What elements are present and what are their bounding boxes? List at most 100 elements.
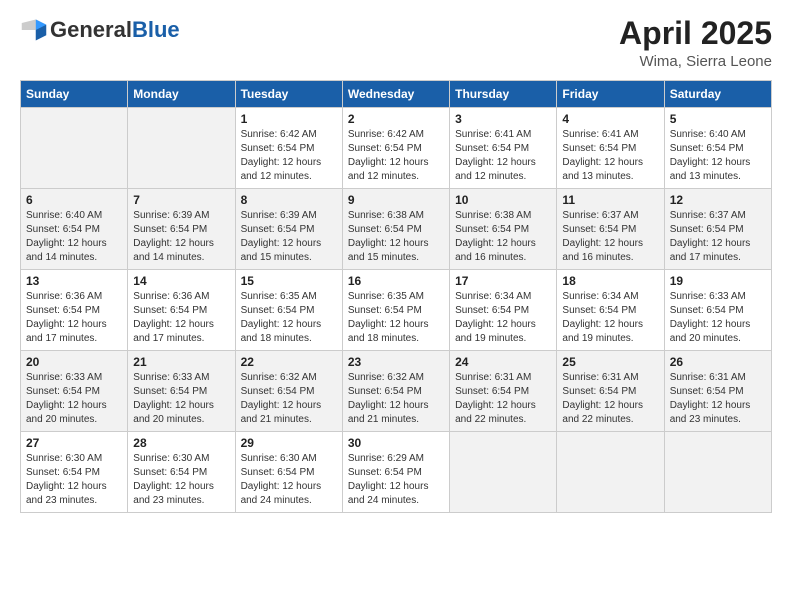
weekday-header-monday: Monday xyxy=(128,81,235,108)
logo-blue: Blue xyxy=(132,18,180,42)
day-number: 23 xyxy=(348,355,444,369)
logo: General Blue xyxy=(20,16,180,44)
logo-text: General Blue xyxy=(50,18,180,42)
day-number: 14 xyxy=(133,274,229,288)
day-info: Sunrise: 6:38 AMSunset: 6:54 PMDaylight:… xyxy=(348,209,444,265)
day-info: Sunrise: 6:31 AMSunset: 6:54 PMDaylight:… xyxy=(455,371,551,427)
calendar-day-cell: 27 Sunrise: 6:30 AMSunset: 6:54 PMDayligh… xyxy=(21,432,128,513)
calendar-day-cell: 29Sunrise: 6:30 AMSunset: 6:54 PMDayligh… xyxy=(235,432,342,513)
day-number: 3 xyxy=(455,112,551,126)
calendar-day-cell: 8 Sunrise: 6:39 AMSunset: 6:54 PMDaylight… xyxy=(235,189,342,270)
calendar-day-cell xyxy=(128,108,235,189)
day-info: Sunrise: 6:35 AMSunset: 6:54 PMDaylight:… xyxy=(241,290,337,346)
calendar-week-row: 20 Sunrise: 6:33 AMSunset: 6:54 PMDayligh… xyxy=(21,351,772,432)
day-info: Sunrise: 6:30 AMSunset: 6:54 PMDaylight:… xyxy=(26,452,122,508)
calendar-day-cell xyxy=(557,432,664,513)
day-number: 21 xyxy=(133,355,229,369)
calendar-day-cell: 21 Sunrise: 6:33 AMSunset: 6:54 PMDayligh… xyxy=(128,351,235,432)
calendar-table: SundayMondayTuesdayWednesdayThursdayFrid… xyxy=(20,80,772,513)
calendar-week-row: 27 Sunrise: 6:30 AMSunset: 6:54 PMDayligh… xyxy=(21,432,772,513)
calendar-subtitle: Wima, Sierra Leone xyxy=(619,53,772,70)
day-number: 6 xyxy=(26,193,122,207)
calendar-title: April 2025 xyxy=(619,16,772,51)
calendar-day-cell: 16Sunrise: 6:35 AMSunset: 6:54 PMDayligh… xyxy=(342,270,449,351)
day-number: 7 xyxy=(133,193,229,207)
day-info: Sunrise: 6:30 AMSunset: 6:54 PMDaylight:… xyxy=(241,452,337,508)
day-number: 8 xyxy=(241,193,337,207)
calendar-day-cell: 14 Sunrise: 6:36 AMSunset: 6:54 PMDayligh… xyxy=(128,270,235,351)
calendar-day-cell: 24 Sunrise: 6:31 AMSunset: 6:54 PMDayligh… xyxy=(450,351,557,432)
calendar-day-cell: 3Sunrise: 6:41 AMSunset: 6:54 PMDaylight… xyxy=(450,108,557,189)
day-number: 13 xyxy=(26,274,122,288)
calendar-day-cell: 5Sunrise: 6:40 AMSunset: 6:54 PMDaylight… xyxy=(664,108,771,189)
day-info: Sunrise: 6:32 AMSunset: 6:54 PMDaylight:… xyxy=(348,371,444,427)
day-info: Sunrise: 6:39 AMSunset: 6:54 PMDaylight:… xyxy=(241,209,337,265)
day-info: Sunrise: 6:29 AMSunset: 6:54 PMDaylight:… xyxy=(348,452,444,508)
day-info: Sunrise: 6:33 AMSunset: 6:54 PMDaylight:… xyxy=(670,290,766,346)
calendar-day-cell: 4 Sunrise: 6:41 AMSunset: 6:54 PMDaylight… xyxy=(557,108,664,189)
calendar-day-cell: 9Sunrise: 6:38 AMSunset: 6:54 PMDaylight… xyxy=(342,189,449,270)
day-info: Sunrise: 6:38 AMSunset: 6:54 PMDaylight:… xyxy=(455,209,551,265)
calendar-day-cell: 7 Sunrise: 6:39 AMSunset: 6:54 PMDaylight… xyxy=(128,189,235,270)
calendar-day-cell xyxy=(21,108,128,189)
day-number: 15 xyxy=(241,274,337,288)
day-number: 26 xyxy=(670,355,766,369)
day-info: Sunrise: 6:31 AMSunset: 6:54 PMDaylight:… xyxy=(670,371,766,427)
day-number: 1 xyxy=(241,112,337,126)
day-number: 20 xyxy=(26,355,122,369)
day-info: Sunrise: 6:39 AMSunset: 6:54 PMDaylight:… xyxy=(133,209,229,265)
day-number: 5 xyxy=(670,112,766,126)
day-number: 10 xyxy=(455,193,551,207)
weekday-header-tuesday: Tuesday xyxy=(235,81,342,108)
day-info: Sunrise: 6:42 AMSunset: 6:54 PMDaylight:… xyxy=(241,128,337,184)
day-info: Sunrise: 6:31 AMSunset: 6:54 PMDaylight:… xyxy=(562,371,658,427)
day-info: Sunrise: 6:36 AMSunset: 6:54 PMDaylight:… xyxy=(133,290,229,346)
calendar-day-cell: 11Sunrise: 6:37 AMSunset: 6:54 PMDayligh… xyxy=(557,189,664,270)
title-block: April 2025 Wima, Sierra Leone xyxy=(619,16,772,70)
logo-general: General xyxy=(50,18,132,42)
day-info: Sunrise: 6:41 AMSunset: 6:54 PMDaylight:… xyxy=(562,128,658,184)
day-number: 18 xyxy=(562,274,658,288)
day-info: Sunrise: 6:35 AMSunset: 6:54 PMDaylight:… xyxy=(348,290,444,346)
day-number: 19 xyxy=(670,274,766,288)
day-number: 30 xyxy=(348,436,444,450)
day-number: 28 xyxy=(133,436,229,450)
calendar-week-row: 13 Sunrise: 6:36 AMSunset: 6:54 PMDayligh… xyxy=(21,270,772,351)
calendar-day-cell: 25 Sunrise: 6:31 AMSunset: 6:54 PMDayligh… xyxy=(557,351,664,432)
day-info: Sunrise: 6:33 AMSunset: 6:54 PMDaylight:… xyxy=(26,371,122,427)
calendar-day-cell: 22Sunrise: 6:32 AMSunset: 6:54 PMDayligh… xyxy=(235,351,342,432)
calendar-week-row: 1 Sunrise: 6:42 AMSunset: 6:54 PMDaylight… xyxy=(21,108,772,189)
calendar-day-cell: 19 Sunrise: 6:33 AMSunset: 6:54 PMDayligh… xyxy=(664,270,771,351)
calendar-page: General Blue April 2025 Wima, Sierra Leo… xyxy=(0,0,792,612)
calendar-day-cell: 17Sunrise: 6:34 AMSunset: 6:54 PMDayligh… xyxy=(450,270,557,351)
calendar-day-cell: 13 Sunrise: 6:36 AMSunset: 6:54 PMDayligh… xyxy=(21,270,128,351)
day-number: 4 xyxy=(562,112,658,126)
calendar-day-cell: 6 Sunrise: 6:40 AMSunset: 6:54 PMDaylight… xyxy=(21,189,128,270)
calendar-day-cell xyxy=(450,432,557,513)
day-info: Sunrise: 6:30 AMSunset: 6:54 PMDaylight:… xyxy=(133,452,229,508)
day-info: Sunrise: 6:42 AMSunset: 6:54 PMDaylight:… xyxy=(348,128,444,184)
weekday-header-sunday: Sunday xyxy=(21,81,128,108)
day-number: 27 xyxy=(26,436,122,450)
weekday-header-thursday: Thursday xyxy=(450,81,557,108)
calendar-day-cell xyxy=(664,432,771,513)
day-info: Sunrise: 6:37 AMSunset: 6:54 PMDaylight:… xyxy=(562,209,658,265)
day-number: 25 xyxy=(562,355,658,369)
calendar-day-cell: 1 Sunrise: 6:42 AMSunset: 6:54 PMDaylight… xyxy=(235,108,342,189)
day-info: Sunrise: 6:33 AMSunset: 6:54 PMDaylight:… xyxy=(133,371,229,427)
calendar-day-cell: 23 Sunrise: 6:32 AMSunset: 6:54 PMDayligh… xyxy=(342,351,449,432)
day-info: Sunrise: 6:34 AMSunset: 6:54 PMDaylight:… xyxy=(455,290,551,346)
calendar-day-cell: 15 Sunrise: 6:35 AMSunset: 6:54 PMDayligh… xyxy=(235,270,342,351)
day-number: 24 xyxy=(455,355,551,369)
day-number: 2 xyxy=(348,112,444,126)
day-info: Sunrise: 6:32 AMSunset: 6:54 PMDaylight:… xyxy=(241,371,337,427)
calendar-day-cell: 26 Sunrise: 6:31 AMSunset: 6:54 PMDayligh… xyxy=(664,351,771,432)
calendar-day-cell: 12Sunrise: 6:37 AMSunset: 6:54 PMDayligh… xyxy=(664,189,771,270)
day-info: Sunrise: 6:36 AMSunset: 6:54 PMDaylight:… xyxy=(26,290,122,346)
weekday-header-row: SundayMondayTuesdayWednesdayThursdayFrid… xyxy=(21,81,772,108)
page-header: General Blue April 2025 Wima, Sierra Leo… xyxy=(20,16,772,70)
weekday-header-wednesday: Wednesday xyxy=(342,81,449,108)
logo-icon xyxy=(20,16,48,44)
day-info: Sunrise: 6:37 AMSunset: 6:54 PMDaylight:… xyxy=(670,209,766,265)
day-info: Sunrise: 6:40 AMSunset: 6:54 PMDaylight:… xyxy=(26,209,122,265)
